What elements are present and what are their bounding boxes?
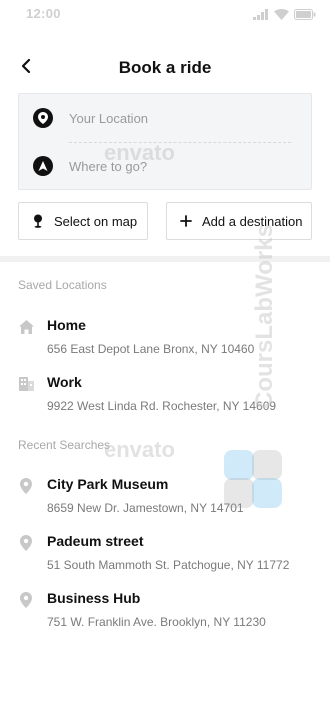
place-address: 8659 New Dr. Jamestown, NY 14701 xyxy=(47,501,244,515)
to-row[interactable] xyxy=(19,142,311,190)
location-pin-icon xyxy=(33,108,53,128)
place-address: 656 East Depot Lane Bronx, NY 10460 xyxy=(47,342,255,356)
home-icon xyxy=(18,319,34,335)
saved-location-item[interactable]: Home 656 East Depot Lane Bronx, NY 10460 xyxy=(0,317,330,373)
place-name: City Park Museum xyxy=(47,476,169,492)
pin-icon xyxy=(18,535,34,551)
select-on-map-button[interactable]: Select on map xyxy=(18,202,148,240)
recent-searches-heading: Recent Searches xyxy=(18,438,111,452)
saved-locations-heading: Saved Locations xyxy=(18,278,107,292)
add-destination-label: Add a destination xyxy=(202,213,303,229)
place-address: 751 W. Franklin Ave. Brooklyn, NY 11230 xyxy=(47,615,266,629)
destination-input[interactable] xyxy=(69,158,269,174)
building-icon xyxy=(18,376,34,392)
section-divider xyxy=(0,256,330,262)
plus-icon xyxy=(179,214,193,228)
battery-icon xyxy=(294,7,316,25)
wifi-icon xyxy=(274,7,289,25)
status-bar: 12:00 xyxy=(0,0,330,28)
recent-search-item[interactable]: Padeum street 51 South Mammoth St. Patch… xyxy=(0,533,330,589)
place-name: Business Hub xyxy=(47,590,141,606)
signal-icon xyxy=(253,7,269,25)
pin-icon xyxy=(18,478,34,494)
place-name: Home xyxy=(47,317,86,333)
pin-icon xyxy=(18,592,34,608)
saved-location-item[interactable]: Work 9922 West Linda Rd. Rochester, NY 1… xyxy=(0,374,330,430)
place-name: Work xyxy=(47,374,82,390)
place-address: 9922 West Linda Rd. Rochester, NY 14609 xyxy=(47,399,277,413)
select-on-map-label: Select on map xyxy=(54,213,138,229)
add-destination-button[interactable]: Add a destination xyxy=(166,202,312,240)
status-time: 12:00 xyxy=(26,6,61,21)
envato-watermark: envato xyxy=(104,437,175,462)
status-icons xyxy=(253,7,316,25)
place-address: 51 South Mammoth St. Patchogue, NY 11772 xyxy=(47,558,290,572)
map-pin-icon xyxy=(31,214,45,228)
header: Book a ride xyxy=(0,50,330,86)
place-name: Padeum street xyxy=(47,533,144,549)
from-row[interactable] xyxy=(19,94,311,142)
recent-search-item[interactable]: Business Hub 751 W. Franklin Ave. Brookl… xyxy=(0,590,330,646)
route-box xyxy=(18,93,312,190)
from-input[interactable] xyxy=(69,110,269,126)
recent-search-item[interactable]: City Park Museum 8659 New Dr. Jamestown,… xyxy=(0,476,330,532)
navigation-arrow-icon xyxy=(33,156,53,176)
page-title: Book a ride xyxy=(118,58,212,77)
